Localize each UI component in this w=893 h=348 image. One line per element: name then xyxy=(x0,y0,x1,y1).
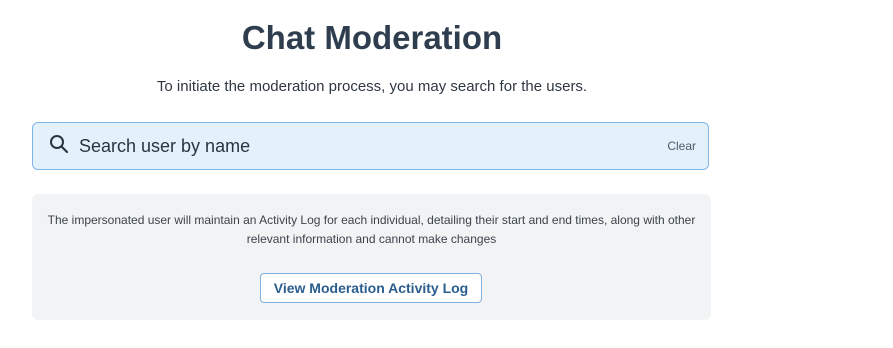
search-box[interactable]: Clear xyxy=(32,122,709,170)
search-input[interactable] xyxy=(79,131,666,161)
activity-log-description: The impersonated user will maintain an A… xyxy=(47,213,696,246)
page-subtitle: To initiate the moderation process, you … xyxy=(156,78,588,95)
view-moderation-activity-log-button[interactable]: View Moderation Activity Log xyxy=(260,273,482,303)
chat-moderation-page: Chat Moderation To initiate the moderati… xyxy=(0,0,893,348)
page-title: Chat Moderation xyxy=(241,19,503,56)
activity-log-info-panel: The impersonated user will maintain an A… xyxy=(32,194,711,320)
search-icon xyxy=(33,134,69,159)
clear-button[interactable]: Clear xyxy=(665,137,698,155)
